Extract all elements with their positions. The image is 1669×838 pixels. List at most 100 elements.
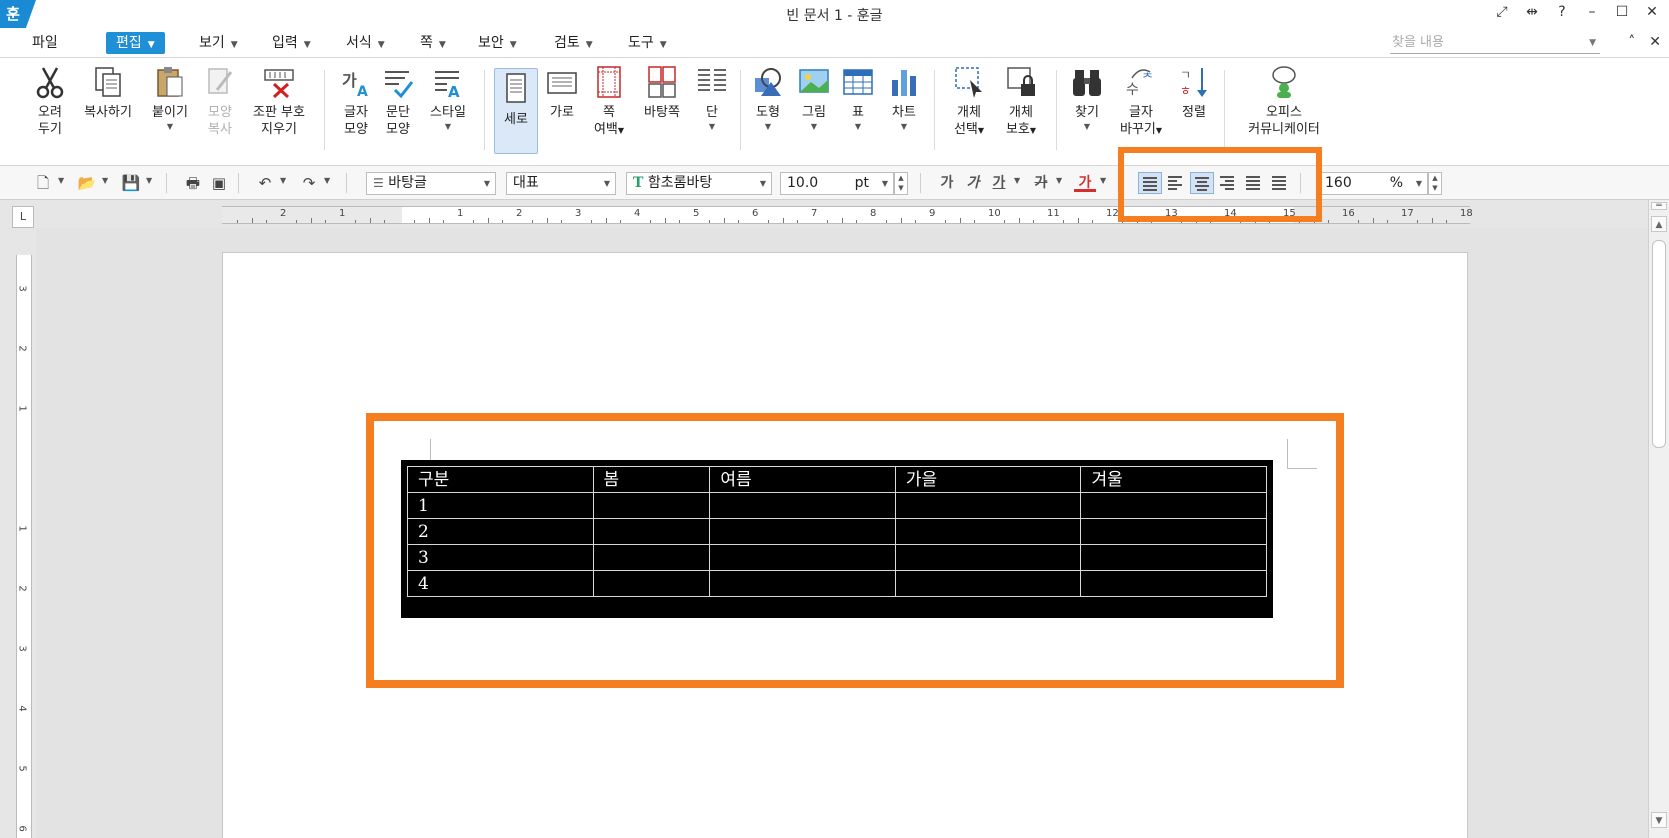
sort-button[interactable]: ㄱㅎ 정렬 (1170, 64, 1218, 121)
zoom-stepper[interactable]: ▲ ▼ (1428, 172, 1442, 195)
menu-edit[interactable]: 편집 ▼ (106, 32, 165, 54)
ribbon: 오려 두기 복사하기 붙이기 ▼ 모양 복사 조판 부호 지우기 가A 글자 모양 문단 모… (0, 58, 1669, 166)
chevron-down-icon[interactable]: ▼ (1589, 32, 1596, 54)
style-select[interactable]: ☰ 바탕글 ▼ (366, 172, 496, 195)
menu-page[interactable]: 쪽 ▼ (414, 32, 452, 54)
find-button[interactable]: 찾기 ▼ (1062, 64, 1112, 133)
chevron-down-icon[interactable]: ▼ (1014, 176, 1020, 185)
split-handle-icon[interactable]: ═ (1651, 202, 1667, 211)
text-color-button[interactable]: 가 (1074, 172, 1096, 192)
open-folder-icon[interactable]: 📂 (76, 174, 98, 192)
spin-down-icon[interactable]: ▼ (898, 184, 903, 192)
portrait-label: 세로 (504, 112, 528, 127)
undo-icon[interactable]: ↶ (254, 174, 276, 192)
vertical-scrollbar[interactable]: ═ ▲ ▼ (1648, 200, 1669, 838)
object-select-button[interactable]: 개체 선택▼ (942, 64, 996, 139)
scroll-down-icon[interactable]: ▼ (1651, 812, 1667, 828)
menu-security[interactable]: 보안 ▼ (472, 32, 523, 54)
master-page-button[interactable]: 바탕쪽 (636, 64, 688, 121)
chart-button[interactable]: 차트 ▼ (880, 64, 928, 133)
font-type-icon: T (633, 175, 644, 191)
font-size-stepper[interactable]: ▲ ▼ (894, 172, 908, 195)
font-select[interactable]: T 함초롬바탕 ▼ (626, 172, 772, 195)
ruler-tick (649, 220, 651, 223)
fullscreen-icon[interactable]: ⤢ (1493, 4, 1511, 20)
picture-button[interactable]: 그림 ▼ (790, 64, 838, 133)
style-button[interactable]: A 스타일 ▼ (420, 64, 476, 133)
replace-button[interactable]: 수ᄎ 글자 바꾸기▼ (1114, 64, 1168, 139)
cut-button[interactable]: 오려 두기 (22, 64, 78, 138)
close-icon[interactable]: ✕ (1643, 4, 1661, 20)
table-button[interactable]: 표 ▼ (836, 64, 880, 133)
maximize-icon[interactable]: ☐ (1613, 4, 1631, 20)
collapse-ribbon-icon[interactable]: ˄ (1628, 34, 1635, 50)
chevron-down-icon[interactable]: ▼ (280, 176, 286, 185)
vertical-ruler[interactable]: 3 2 1 1 2 3 4 5 6 (16, 255, 32, 838)
scroll-up-icon[interactable]: ▲ (1651, 216, 1667, 232)
ruler-tick (561, 220, 563, 223)
ruler-tick (1003, 220, 1005, 223)
menu-file[interactable]: 파일 (26, 32, 64, 54)
spin-down-icon[interactable]: ▼ (1432, 184, 1437, 192)
minimize-icon[interactable]: – (1583, 4, 1601, 20)
portrait-button[interactable]: 세로 (494, 68, 538, 154)
chevron-down-icon[interactable]: ▼ (146, 176, 152, 185)
ruler-left-margin (222, 207, 402, 223)
table-label: 표 (852, 105, 864, 120)
columns-icon (698, 69, 726, 91)
table-icon (843, 69, 873, 95)
language-select[interactable]: 대표 ▼ (506, 172, 616, 195)
menu-format[interactable]: 서식 ▼ (340, 32, 391, 54)
print-icon[interactable]: 🖶 (182, 174, 204, 192)
chevron-down-icon[interactable]: ▼ (1100, 176, 1106, 185)
alignment-highlight-box (1118, 147, 1322, 222)
chevron-down-icon[interactable]: ▼ (102, 176, 108, 185)
object-protect-button[interactable]: 개체 보호▼ (994, 64, 1048, 139)
ruler-tick (944, 220, 946, 223)
ruler-tick (679, 220, 681, 223)
spin-up-icon[interactable]: ▲ (1432, 174, 1437, 182)
font-size-select[interactable]: 10.0 pt ▼ (780, 172, 894, 195)
new-doc-icon[interactable]: 🗋 (32, 174, 54, 192)
ruler-tick (295, 220, 297, 223)
chevron-down-icon[interactable]: ▼ (1056, 176, 1062, 185)
columns-button[interactable]: 단 ▼ (690, 64, 734, 133)
chevron-down-icon: ▼ (764, 122, 772, 131)
close-doc-icon[interactable]: ✕ (1649, 34, 1661, 50)
ruler-number: 7 (811, 208, 818, 219)
format-painter-button[interactable]: 모양 복사 (192, 64, 248, 138)
spin-up-icon[interactable]: ▲ (898, 174, 903, 182)
zoom-select[interactable]: 160 % ▼ (1318, 172, 1428, 195)
underline-button[interactable]: 가 (988, 172, 1010, 194)
strikethrough-button[interactable]: 가 (1030, 172, 1052, 194)
ruler-number: 6 (752, 208, 759, 219)
ribbon-separator (740, 70, 741, 150)
landscape-button[interactable]: 가로 (540, 64, 584, 121)
office-communicator-label-1: 오피스 (1266, 105, 1302, 120)
fit-width-icon[interactable]: ⇹ (1523, 4, 1541, 20)
shape-button[interactable]: 도형 ▼ (744, 64, 792, 133)
italic-button[interactable]: 가 (962, 172, 984, 194)
scrollbar-thumb[interactable] (1652, 240, 1666, 448)
toolbar-separator (920, 173, 921, 193)
para-shape-button[interactable]: 문단 모양 (370, 64, 426, 138)
help-icon[interactable]: ? (1553, 4, 1571, 20)
menu-tools[interactable]: 도구 ▼ (622, 32, 673, 54)
menu-view[interactable]: 보기 ▼ (193, 32, 244, 54)
clear-markup-button[interactable]: 조판 부호 지우기 (244, 64, 314, 138)
paste-button[interactable]: 붙이기 ▼ (142, 64, 198, 133)
redo-icon[interactable]: ↷ (298, 174, 320, 192)
office-communicator-button[interactable]: 오피스 커뮤니케이터 (1234, 64, 1334, 138)
page-margin-button[interactable]: 쪽 여백▼ (584, 64, 634, 139)
chart-label: 차트 (892, 105, 916, 120)
bold-button[interactable]: 가 (936, 172, 958, 194)
menu-review[interactable]: 검토 ▼ (548, 32, 599, 54)
chevron-down-icon[interactable]: ▼ (58, 176, 64, 185)
menu-insert[interactable]: 입력 ▼ (266, 32, 317, 54)
save-icon[interactable]: 💾 (120, 174, 142, 192)
chevron-down-icon[interactable]: ▼ (324, 176, 330, 185)
print-preview-icon[interactable]: ▣ (208, 174, 230, 192)
tab-type-selector[interactable]: L (12, 206, 34, 228)
search-input[interactable]: 찾을 내용 ▼ (1390, 32, 1600, 54)
copy-button[interactable]: 복사하기 (78, 64, 138, 121)
